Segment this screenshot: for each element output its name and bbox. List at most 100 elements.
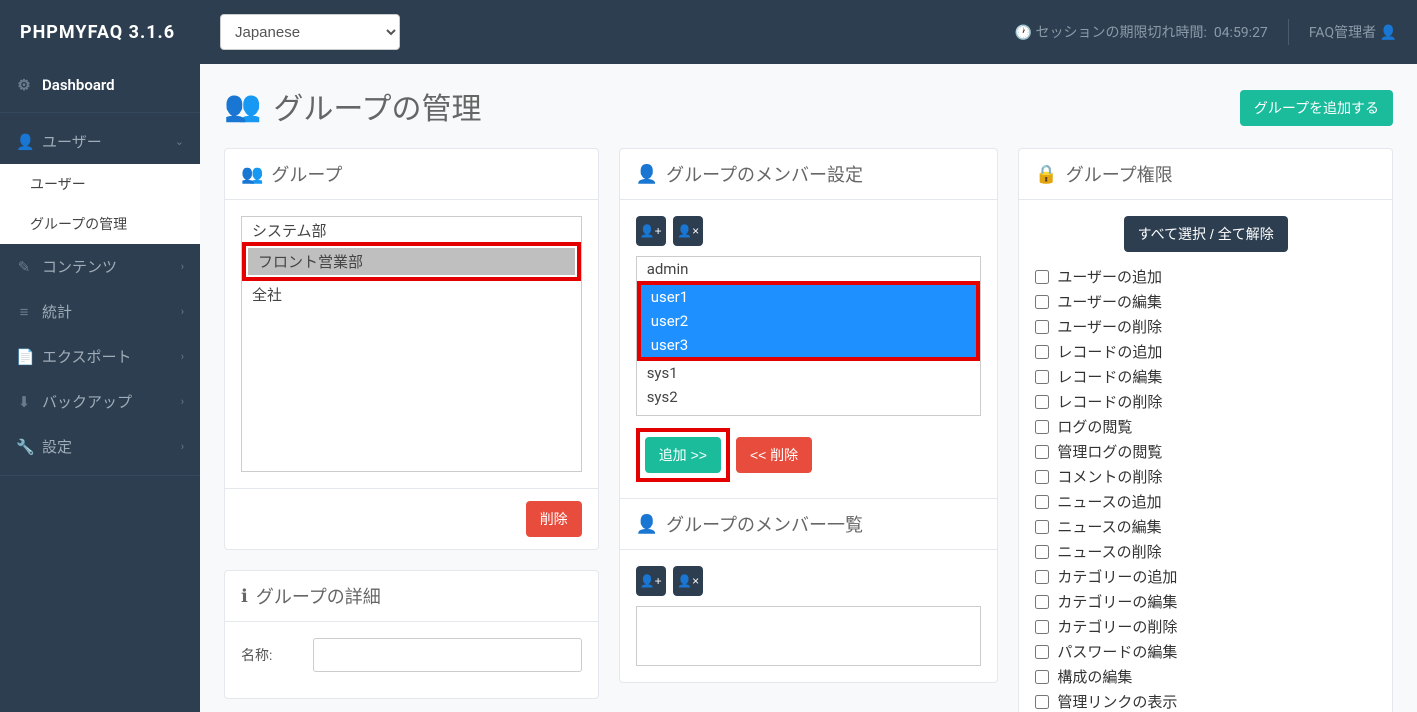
file-icon: 📄 bbox=[16, 348, 32, 366]
permission-label: レコードの削除 bbox=[1057, 391, 1162, 412]
permission-checkbox[interactable] bbox=[1035, 320, 1049, 334]
permission-item: ニュースの削除 bbox=[1035, 539, 1376, 564]
nav-settings[interactable]: 🔧 設定 › bbox=[0, 424, 200, 469]
permission-label: カテゴリーの編集 bbox=[1057, 591, 1177, 612]
permission-checkbox[interactable] bbox=[1035, 570, 1049, 584]
user-option-selected[interactable]: user2 bbox=[641, 309, 977, 333]
stats-icon: ≡ bbox=[16, 303, 32, 321]
permission-checkbox[interactable] bbox=[1035, 670, 1049, 684]
user-icon: 👤 bbox=[16, 133, 32, 151]
current-members-listbox[interactable] bbox=[636, 606, 982, 666]
permission-checkbox[interactable] bbox=[1035, 545, 1049, 559]
page-title: グループの管理 bbox=[273, 84, 481, 128]
permission-checkbox[interactable] bbox=[1035, 645, 1049, 659]
sidebar: ⚙ Dashboard 👤 ユーザー ⌄ ユーザー グループの管理 ✎ コンテン… bbox=[0, 64, 200, 712]
nav-stats[interactable]: ≡ 統計 › bbox=[0, 289, 200, 334]
permission-label: 構成の編集 bbox=[1057, 666, 1132, 687]
delete-group-button[interactable]: 削除 bbox=[526, 501, 582, 537]
clock-icon: 🕐 bbox=[1015, 25, 1032, 41]
nav-dashboard[interactable]: ⚙ Dashboard bbox=[0, 64, 200, 106]
users-icon: 👥 bbox=[241, 164, 263, 185]
permission-item: ニュースの編集 bbox=[1035, 514, 1376, 539]
user-plus-icon: 👤+ bbox=[640, 574, 662, 588]
user-option[interactable]: sys2 bbox=[637, 385, 981, 409]
permission-label: ユーザーの追加 bbox=[1057, 266, 1162, 287]
user-option[interactable]: admin bbox=[637, 257, 981, 281]
permission-checkbox[interactable] bbox=[1035, 620, 1049, 634]
group-option[interactable]: システム部 bbox=[242, 217, 581, 244]
chevron-right-icon: › bbox=[181, 305, 184, 318]
add-user-icon-button[interactable]: 👤+ bbox=[636, 216, 666, 246]
admin-user[interactable]: FAQ管理者 👤 bbox=[1309, 22, 1397, 42]
permission-item: パスワードの編集 bbox=[1035, 639, 1376, 664]
permission-checkbox[interactable] bbox=[1035, 445, 1049, 459]
chevron-right-icon: › bbox=[181, 440, 184, 453]
select-all-button[interactable]: すべて選択 / 全て解除 bbox=[1124, 216, 1288, 252]
permission-item: ユーザーの追加 bbox=[1035, 264, 1376, 289]
nav-user[interactable]: 👤 ユーザー ⌄ bbox=[0, 119, 200, 164]
wrench-icon: 🔧 bbox=[16, 438, 32, 456]
permission-checkbox[interactable] bbox=[1035, 470, 1049, 484]
nav-backup[interactable]: ⬇ バックアップ › bbox=[0, 379, 200, 424]
subnav-group[interactable]: グループの管理 bbox=[0, 204, 200, 244]
permission-checkbox[interactable] bbox=[1035, 595, 1049, 609]
permission-item: 構成の編集 bbox=[1035, 664, 1376, 689]
subnav-user[interactable]: ユーザー bbox=[0, 164, 200, 204]
group-listbox[interactable]: システム部 フロント営業部 全社 bbox=[241, 216, 582, 472]
permission-checkbox[interactable] bbox=[1035, 520, 1049, 534]
main-content: 👥 グループの管理 グループを追加する 👥 グループ システム部 bbox=[200, 64, 1417, 712]
permission-item: カテゴリーの追加 bbox=[1035, 564, 1376, 589]
edit-icon: ✎ bbox=[16, 258, 32, 276]
info-icon: ℹ bbox=[241, 586, 248, 607]
permission-checkbox[interactable] bbox=[1035, 370, 1049, 384]
add-group-button[interactable]: グループを追加する bbox=[1240, 90, 1393, 126]
permission-label: ログの閲覧 bbox=[1057, 416, 1132, 437]
lock-icon: 🔒 bbox=[1035, 164, 1057, 185]
permissions-list: ユーザーの追加ユーザーの編集ユーザーの削除レコードの追加レコードの編集レコードの… bbox=[1035, 264, 1376, 712]
permission-item: ログの閲覧 bbox=[1035, 414, 1376, 439]
user-option-selected[interactable]: user3 bbox=[641, 333, 977, 357]
dashboard-icon: ⚙ bbox=[16, 76, 32, 94]
permission-checkbox[interactable] bbox=[1035, 495, 1049, 509]
user-option[interactable]: sys3 bbox=[637, 409, 981, 416]
permission-item: 管理ログの閲覧 bbox=[1035, 439, 1376, 464]
permission-item: ニュースの追加 bbox=[1035, 489, 1376, 514]
permission-checkbox[interactable] bbox=[1035, 695, 1049, 709]
permission-label: カテゴリーの追加 bbox=[1057, 566, 1177, 587]
permission-label: レコードの追加 bbox=[1057, 341, 1162, 362]
available-users-listbox[interactable]: admin user1 user2 user3 sys1 sys2 sys3 bbox=[636, 256, 982, 416]
permission-label: パスワードの編集 bbox=[1057, 641, 1177, 662]
members-settings-card: 👤 グループのメンバー設定 👤+ 👤× admin user1 use bbox=[619, 148, 999, 683]
permission-label: 管理リンクの表示 bbox=[1057, 691, 1177, 712]
name-label: 名称: bbox=[241, 645, 301, 665]
nav-content[interactable]: ✎ コンテンツ › bbox=[0, 244, 200, 289]
add-member-icon-button[interactable]: 👤+ bbox=[636, 566, 666, 596]
permissions-card: 🔒 グループ権限 すべて選択 / 全て解除 ユーザーの追加ユーザーの編集ユーザー… bbox=[1018, 148, 1393, 712]
remove-member-icon-button[interactable]: 👤× bbox=[673, 566, 703, 596]
user-icon: 👤 bbox=[1380, 25, 1397, 41]
user-option-selected[interactable]: user1 bbox=[641, 285, 977, 309]
remove-member-button[interactable]: << 削除 bbox=[736, 437, 812, 473]
user-option[interactable]: sys1 bbox=[637, 361, 981, 385]
separator bbox=[0, 475, 200, 476]
group-option[interactable]: 全社 bbox=[242, 281, 581, 308]
permission-checkbox[interactable] bbox=[1035, 395, 1049, 409]
remove-user-icon-button[interactable]: 👤× bbox=[673, 216, 703, 246]
chevron-right-icon: › bbox=[181, 260, 184, 273]
permission-checkbox[interactable] bbox=[1035, 295, 1049, 309]
permission-checkbox[interactable] bbox=[1035, 345, 1049, 359]
language-select[interactable]: Japanese bbox=[220, 14, 400, 50]
download-icon: ⬇ bbox=[16, 393, 32, 411]
group-option-selected[interactable]: フロント営業部 bbox=[248, 248, 575, 275]
add-member-button[interactable]: 追加 >> bbox=[645, 437, 721, 473]
users-icon: 👥 bbox=[224, 89, 261, 124]
permission-checkbox[interactable] bbox=[1035, 420, 1049, 434]
permission-checkbox[interactable] bbox=[1035, 270, 1049, 284]
session-timeout: 🕐 セッションの期限切れ時間: 04:59:27 bbox=[1015, 22, 1268, 42]
nav-export[interactable]: 📄 エクスポート › bbox=[0, 334, 200, 379]
permission-label: 管理ログの閲覧 bbox=[1057, 441, 1162, 462]
chevron-right-icon: › bbox=[181, 395, 184, 408]
group-name-input[interactable] bbox=[313, 638, 582, 672]
permission-label: カテゴリーの削除 bbox=[1057, 616, 1177, 637]
permission-item: ユーザーの削除 bbox=[1035, 314, 1376, 339]
